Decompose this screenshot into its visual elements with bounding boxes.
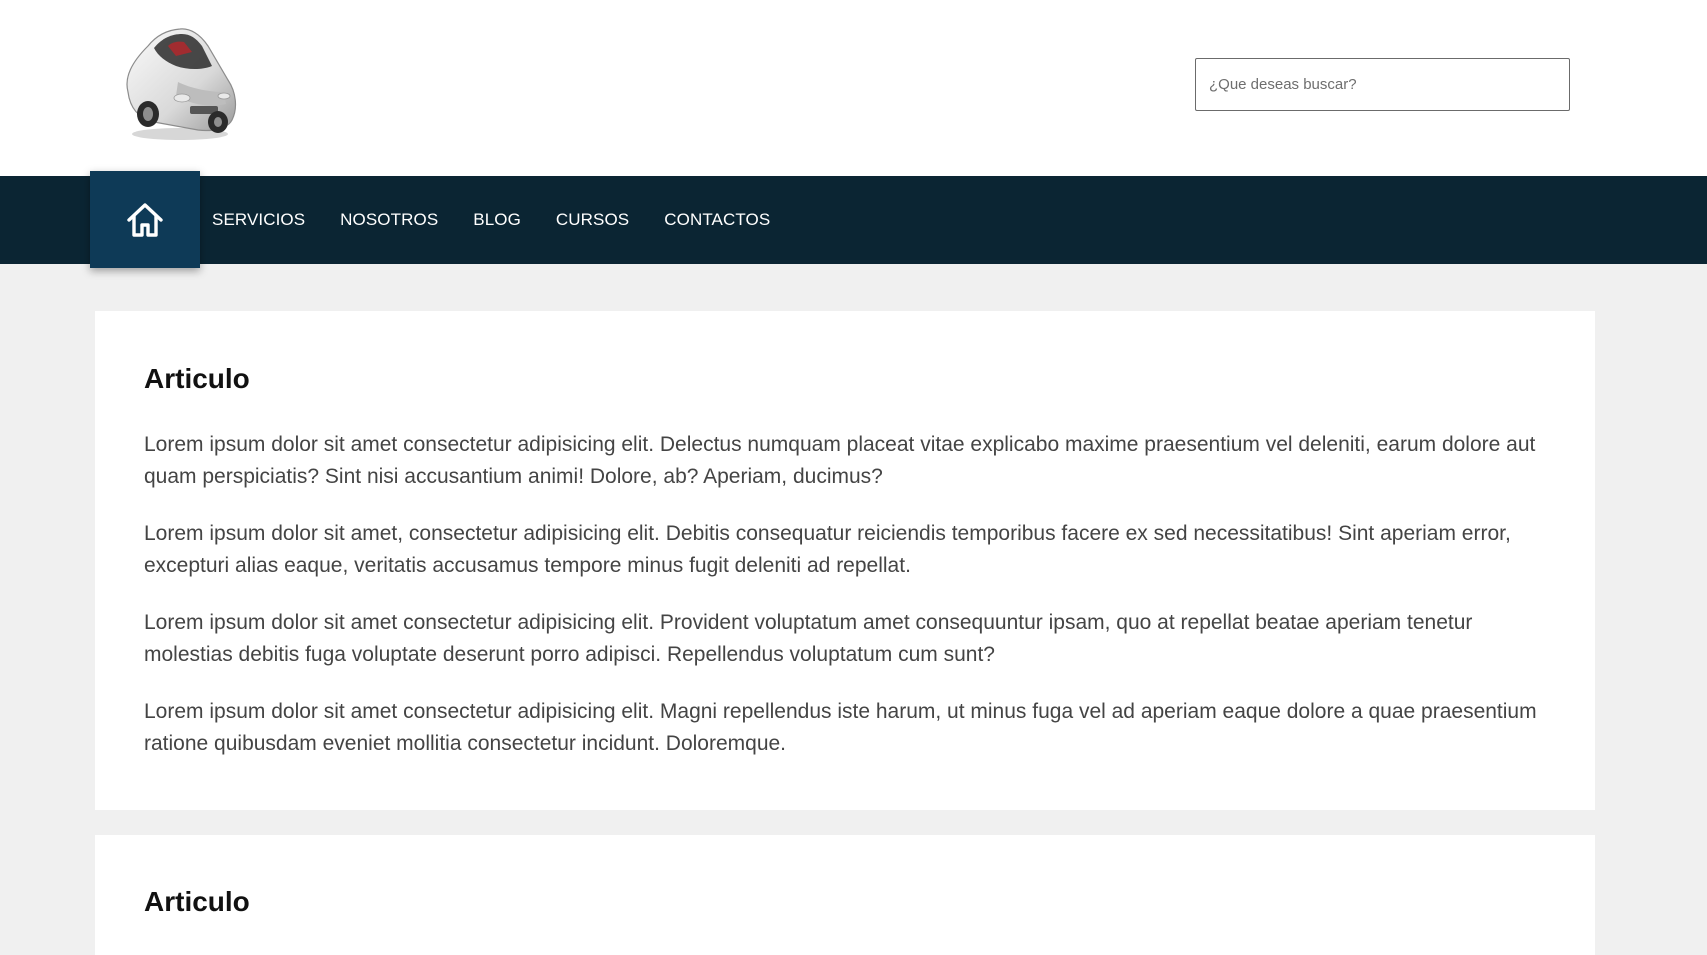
article-title: Articulo xyxy=(144,886,250,917)
nav-link-contactos[interactable]: CONTACTOS xyxy=(664,210,770,230)
car-logo-image xyxy=(126,28,237,140)
nav-link-cursos[interactable]: CURSOS xyxy=(556,210,629,230)
article-paragraph: Lorem ipsum dolor sit amet consectetur a… xyxy=(144,611,1473,666)
nav-link-servicios[interactable]: SERVICIOS xyxy=(212,210,305,230)
article-title: Articulo xyxy=(144,363,250,394)
article-card: Articulo xyxy=(95,835,1595,955)
article-paragraph: Lorem ipsum dolor sit amet consectetur a… xyxy=(144,433,1536,488)
home-button[interactable] xyxy=(90,171,200,268)
nav-links: SERVICIOS NOSOTROS BLOG CURSOS CONTACTOS xyxy=(212,176,770,264)
nav-link-blog[interactable]: BLOG xyxy=(473,210,521,230)
article-paragraph: Lorem ipsum dolor sit amet consectetur a… xyxy=(144,700,1537,755)
car-logo[interactable] xyxy=(118,22,243,142)
home-icon xyxy=(127,202,163,237)
article-paragraph: Lorem ipsum dolor sit amet, consectetur … xyxy=(144,522,1511,577)
site-header xyxy=(0,0,1707,176)
search-input[interactable] xyxy=(1195,58,1570,111)
nav-link-nosotros[interactable]: NOSOTROS xyxy=(340,210,438,230)
article-body: Lorem ipsum dolor sit amet consectetur a… xyxy=(144,429,1546,785)
article-card: Articulo Lorem ipsum dolor sit amet cons… xyxy=(95,311,1595,810)
